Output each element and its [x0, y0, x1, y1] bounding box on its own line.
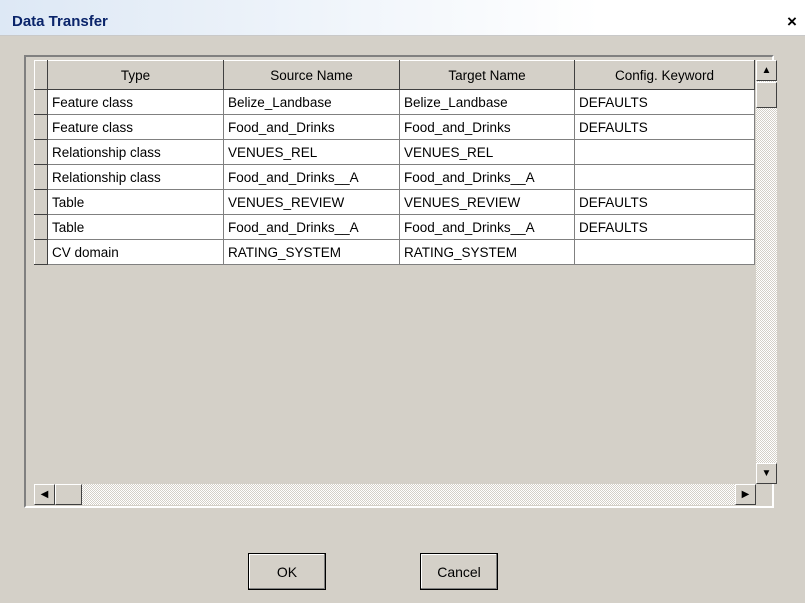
row-selector[interactable]: [34, 139, 48, 165]
header-row: Type Source Name Target Name Config. Key…: [34, 60, 755, 90]
column-header-config-keyword[interactable]: Config. Keyword: [574, 60, 755, 90]
target-name-cell[interactable]: Food_and_Drinks__A: [399, 214, 575, 240]
type-cell[interactable]: Table: [47, 214, 224, 240]
table-row: Table VENUES_REVIEW VENUES_REVIEW DEFAUL…: [34, 189, 755, 215]
scroll-left-button[interactable]: ◀: [34, 484, 55, 505]
table-row: CV domain RATING_SYSTEM RATING_SYSTEM: [34, 239, 755, 265]
arrow-up-icon: ▲: [761, 65, 772, 76]
type-cell[interactable]: Feature class: [47, 114, 224, 140]
config-keyword-cell[interactable]: DEFAULTS: [574, 189, 755, 215]
target-name-cell[interactable]: VENUES_REVIEW: [399, 189, 575, 215]
source-name-cell[interactable]: Food_and_Drinks__A: [223, 214, 400, 240]
table-row: Feature class Food_and_Drinks Food_and_D…: [34, 114, 755, 140]
scroll-down-button[interactable]: ▼: [756, 463, 777, 484]
target-name-cell[interactable]: Food_and_Drinks__A: [399, 164, 575, 190]
horizontal-scrollbar[interactable]: ◀ ▶: [34, 484, 756, 505]
target-name-cell[interactable]: Food_and_Drinks: [399, 114, 575, 140]
corner-header[interactable]: [34, 60, 48, 90]
source-name-cell[interactable]: Belize_Landbase: [223, 89, 400, 115]
arrow-left-icon: ◀: [40, 489, 49, 500]
vertical-scrollbar[interactable]: ▲ ▼: [756, 60, 777, 484]
arrow-down-icon: ▼: [761, 468, 772, 479]
data-table: Type Source Name Target Name Config. Key…: [34, 60, 755, 265]
table-row: Table Food_and_Drinks__A Food_and_Drinks…: [34, 214, 755, 240]
target-name-cell[interactable]: VENUES_REL: [399, 139, 575, 165]
grid-viewport: Type Source Name Target Name Config. Key…: [34, 60, 756, 480]
type-cell[interactable]: Table: [47, 189, 224, 215]
target-name-cell[interactable]: RATING_SYSTEM: [399, 239, 575, 265]
table-row: Relationship class Food_and_Drinks__A Fo…: [34, 164, 755, 190]
source-name-cell[interactable]: RATING_SYSTEM: [223, 239, 400, 265]
config-keyword-cell[interactable]: [574, 164, 755, 190]
column-header-source-name[interactable]: Source Name: [223, 60, 400, 90]
source-name-cell[interactable]: VENUES_REL: [223, 139, 400, 165]
table-row: Feature class Belize_Landbase Belize_Lan…: [34, 89, 755, 115]
target-name-cell[interactable]: Belize_Landbase: [399, 89, 575, 115]
column-header-target-name[interactable]: Target Name: [399, 60, 575, 90]
type-cell[interactable]: CV domain: [47, 239, 224, 265]
source-name-cell[interactable]: Food_and_Drinks__A: [223, 164, 400, 190]
title-bar: Data Transfer ×: [0, 0, 805, 36]
type-cell[interactable]: Relationship class: [47, 139, 224, 165]
type-cell[interactable]: Feature class: [47, 89, 224, 115]
ok-button[interactable]: OK: [248, 553, 326, 590]
scroll-up-button[interactable]: ▲: [756, 60, 777, 81]
config-keyword-cell[interactable]: [574, 139, 755, 165]
window-title: Data Transfer: [12, 13, 108, 30]
close-icon: ×: [787, 12, 797, 31]
transfer-grid: Type Source Name Target Name Config. Key…: [24, 55, 777, 508]
table-row: Relationship class VENUES_REL VENUES_REL: [34, 139, 755, 165]
scroll-right-button[interactable]: ▶: [735, 484, 756, 505]
config-keyword-cell[interactable]: DEFAULTS: [574, 214, 755, 240]
row-selector[interactable]: [34, 189, 48, 215]
config-keyword-cell[interactable]: DEFAULTS: [574, 89, 755, 115]
cancel-button[interactable]: Cancel: [420, 553, 498, 590]
type-cell[interactable]: Relationship class: [47, 164, 224, 190]
row-selector[interactable]: [34, 164, 48, 190]
source-name-cell[interactable]: Food_and_Drinks: [223, 114, 400, 140]
config-keyword-cell[interactable]: [574, 239, 755, 265]
source-name-cell[interactable]: VENUES_REVIEW: [223, 189, 400, 215]
column-header-type[interactable]: Type: [47, 60, 224, 90]
horizontal-scroll-thumb[interactable]: [55, 484, 82, 505]
vertical-scroll-thumb[interactable]: [756, 82, 777, 108]
row-selector[interactable]: [34, 214, 48, 240]
row-selector[interactable]: [34, 114, 48, 140]
config-keyword-cell[interactable]: DEFAULTS: [574, 114, 755, 140]
arrow-right-icon: ▶: [741, 489, 750, 500]
row-selector[interactable]: [34, 239, 48, 265]
close-button[interactable]: ×: [787, 13, 805, 31]
row-selector[interactable]: [34, 89, 48, 115]
